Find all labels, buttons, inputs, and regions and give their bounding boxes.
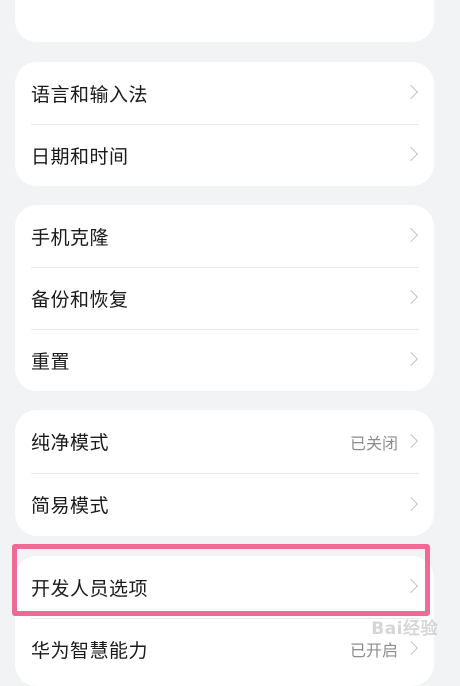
status-value: 已开启 [349, 641, 398, 660]
settings-card-top-partial [15, 0, 434, 42]
baidu-watermark: Bai经验 [371, 619, 438, 639]
settings-item-label: 简易模式 [31, 495, 110, 517]
settings-item-backup-restore[interactable]: 备份和恢复 [15, 267, 434, 329]
settings-item-reset[interactable]: 重置 [15, 329, 434, 391]
settings-item-label: 备份和恢复 [31, 288, 129, 311]
chevron-right-icon [403, 289, 419, 305]
settings-item-developer-options[interactable]: 开发人员选项 [15, 556, 434, 618]
settings-item-label: 开发人员选项 [31, 577, 149, 600]
chevron-right-icon [403, 496, 419, 511]
chevron-right-icon [403, 433, 419, 448]
settings-item-label: 重置 [31, 350, 71, 373]
settings-card-language-time: 语言和输入法 日期和时间 [15, 62, 434, 186]
settings-item-label: 日期和时间 [31, 145, 129, 168]
settings-item-language-input[interactable]: 语言和输入法 [15, 62, 434, 124]
settings-item-label: 纯净模式 [31, 432, 110, 454]
settings-card-modes: 纯净模式 已关闭 简易模式 [15, 410, 434, 536]
settings-item-partial[interactable] [15, 0, 434, 42]
chevron-right-icon [403, 578, 419, 594]
settings-card-backup: 手机克隆 备份和恢复 重置 [15, 205, 434, 391]
settings-item-label: 华为智慧能力 [31, 639, 149, 662]
chevron-right-icon [403, 146, 419, 162]
settings-item-label: 语言和输入法 [31, 83, 149, 106]
settings-item-label: 手机克隆 [31, 226, 110, 249]
settings-item-pure-mode[interactable]: 纯净模式 已关闭 [15, 410, 434, 473]
chevron-right-icon [403, 351, 419, 367]
settings-item-simple-mode[interactable]: 简易模式 [15, 473, 434, 536]
settings-item-date-time[interactable]: 日期和时间 [15, 124, 434, 186]
chevron-right-icon [403, 640, 419, 656]
settings-item-phone-clone[interactable]: 手机克隆 [15, 205, 434, 267]
chevron-right-icon [403, 227, 419, 243]
chevron-right-icon [403, 84, 419, 100]
status-value: 已关闭 [349, 433, 398, 453]
